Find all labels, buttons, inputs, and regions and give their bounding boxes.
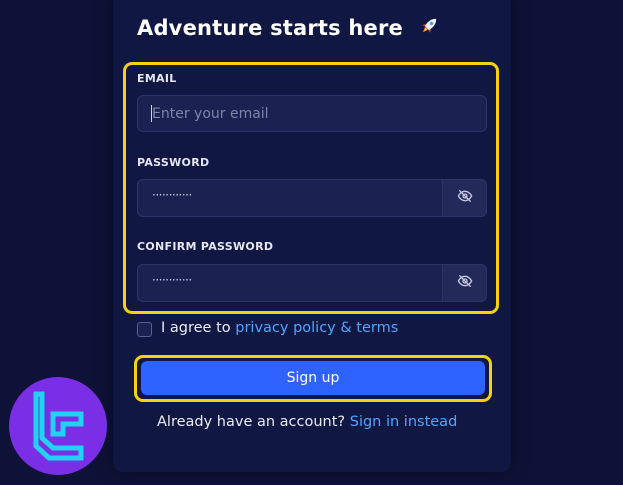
rocket-icon (417, 14, 441, 43)
confirm-password-field[interactable]: ············ (137, 264, 487, 302)
eye-off-icon (457, 273, 473, 293)
email-field[interactable] (137, 95, 487, 132)
password-field[interactable]: ············ (137, 179, 487, 217)
text-caret (151, 105, 152, 122)
privacy-policy-link[interactable]: privacy policy & terms (235, 320, 398, 336)
confirm-password-masked-value: ············ (152, 273, 192, 287)
password-label: PASSWORD (137, 156, 210, 169)
agree-prefix: I agree to (161, 320, 236, 336)
password-visibility-toggle[interactable] (442, 180, 486, 216)
agree-checkbox[interactable] (137, 322, 152, 337)
signin-prompt: Already have an account? Sign in instead (157, 414, 457, 430)
confirm-password-visibility-toggle[interactable] (442, 265, 486, 301)
eye-off-icon (457, 188, 473, 208)
signin-prefix: Already have an account? (157, 414, 350, 430)
page-title: Adventure starts here (137, 14, 441, 43)
signup-page: Adventure starts here EMAIL PASSWORD ···… (0, 0, 623, 485)
email-label: EMAIL (137, 72, 177, 85)
signup-button[interactable]: Sign up (141, 361, 485, 395)
signin-link[interactable]: Sign in instead (350, 414, 458, 430)
confirm-password-label: CONFIRM PASSWORD (137, 240, 274, 253)
page-title-text: Adventure starts here (137, 16, 403, 40)
password-masked-value: ············ (152, 188, 192, 202)
tc-logo (9, 377, 107, 475)
agree-text: I agree to privacy policy & terms (161, 320, 398, 336)
tc-logo-mark-icon (33, 391, 84, 461)
